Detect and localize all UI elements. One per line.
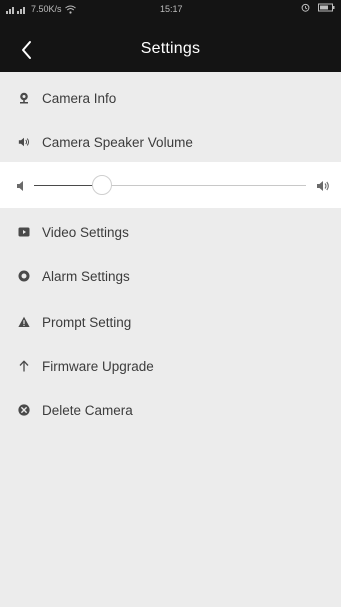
menu-item-speaker-volume: Camera Speaker Volume bbox=[0, 120, 341, 164]
menu-item-camera-info[interactable]: Camera Info bbox=[0, 76, 341, 120]
speaker-icon bbox=[18, 136, 30, 148]
menu-label-camera-info: Camera Info bbox=[42, 90, 117, 106]
menu-label-video-settings: Video Settings bbox=[42, 224, 129, 240]
nav-row: Settings bbox=[0, 32, 341, 68]
menu-label-alarm-settings: Alarm Settings bbox=[42, 268, 130, 284]
menu-item-video-settings[interactable]: Video Settings bbox=[0, 210, 341, 254]
menu-item-prompt-setting[interactable]: Prompt Setting bbox=[0, 300, 341, 344]
warning-icon bbox=[18, 316, 30, 328]
delete-icon bbox=[18, 404, 30, 416]
alarm-icon bbox=[18, 270, 30, 282]
menu-item-firmware-upgrade[interactable]: Firmware Upgrade bbox=[0, 344, 341, 388]
volume-slider-panel bbox=[0, 162, 341, 208]
volume-high-icon bbox=[316, 179, 330, 191]
volume-low-icon bbox=[16, 179, 28, 191]
volume-slider[interactable] bbox=[34, 175, 306, 195]
camera-icon bbox=[18, 92, 30, 104]
menu-item-delete-camera[interactable]: Delete Camera bbox=[0, 388, 341, 432]
video-icon bbox=[18, 226, 30, 238]
status-time: 15:17 bbox=[160, 4, 183, 14]
status-bar: 7.50K/s 15:17 bbox=[0, 0, 341, 18]
status-right bbox=[301, 3, 335, 12]
battery-icon bbox=[318, 3, 335, 12]
network-speed: 7.50K/s bbox=[31, 4, 62, 14]
menu-label-delete-camera: Delete Camera bbox=[42, 402, 133, 418]
menu-item-alarm-settings[interactable]: Alarm Settings bbox=[0, 254, 341, 298]
menu-label-firmware-upgrade: Firmware Upgrade bbox=[42, 358, 154, 374]
volume-slider-thumb[interactable] bbox=[92, 175, 112, 195]
signal-icon bbox=[6, 6, 25, 14]
arrow-up-icon bbox=[18, 360, 30, 372]
page-title: Settings bbox=[140, 40, 201, 57]
wifi-icon bbox=[64, 5, 76, 14]
menu-label-speaker-volume: Camera Speaker Volume bbox=[42, 134, 193, 150]
alarm-clock-icon bbox=[301, 3, 310, 12]
menu-label-prompt-setting: Prompt Setting bbox=[42, 314, 132, 330]
status-left: 7.50K/s bbox=[6, 4, 76, 14]
app-header: 7.50K/s 15:17 Settings bbox=[0, 0, 341, 72]
